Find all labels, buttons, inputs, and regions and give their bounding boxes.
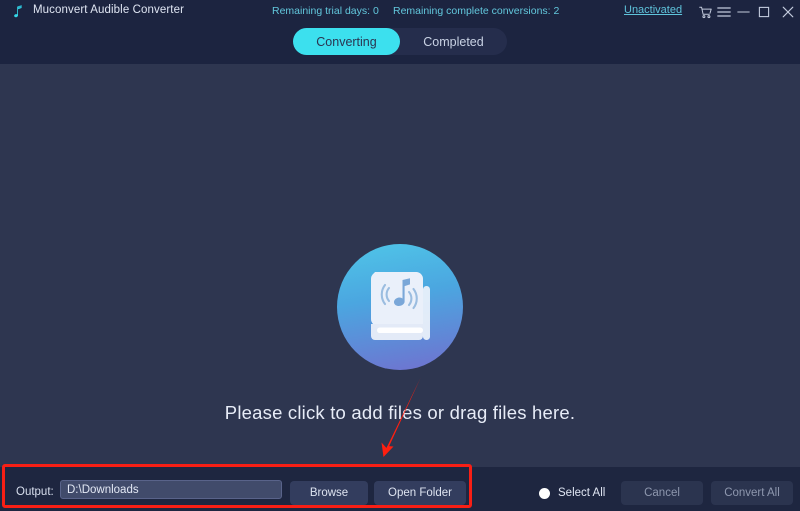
unactivated-link[interactable]: Unactivated [624,4,682,16]
audiobook-icon[interactable] [337,244,463,370]
open-folder-button[interactable]: Open Folder [374,481,466,505]
remaining-conversions-text: Remaining complete conversions: 2 [393,5,560,17]
minimize-icon[interactable] [732,0,754,24]
tab-bar: Converting Completed [293,28,507,55]
bottom-toolbar: Output: Browse Open Folder Select All Ca… [0,467,800,511]
cancel-button[interactable]: Cancel [621,481,703,505]
browse-button[interactable]: Browse [290,481,368,505]
select-all-radio-icon[interactable] [539,487,550,499]
app-title: Muconvert Audible Converter [33,4,184,16]
close-icon[interactable] [777,0,799,24]
select-all-label: Select All [558,487,606,499]
music-note-icon [10,3,28,21]
trial-days-text: Remaining trial days: 0 [272,5,379,17]
tab-converting[interactable]: Converting [293,28,400,55]
output-path-input[interactable] [60,480,282,499]
output-label: Output: [16,486,54,498]
file-drop-zone[interactable]: Please click to add files or drag files … [0,64,800,467]
drop-instruction-text: Please click to add files or drag files … [224,402,576,423]
maximize-icon[interactable] [753,0,775,24]
app-window: Muconvert Audible Converter Remaining tr… [0,0,800,511]
tab-completed[interactable]: Completed [400,28,507,55]
convert-all-button[interactable]: Convert All [711,481,793,505]
app-header: Muconvert Audible Converter Remaining tr… [0,0,800,64]
title-bar: Muconvert Audible Converter Remaining tr… [0,0,800,24]
select-all-toggle[interactable]: Select All [539,481,605,505]
